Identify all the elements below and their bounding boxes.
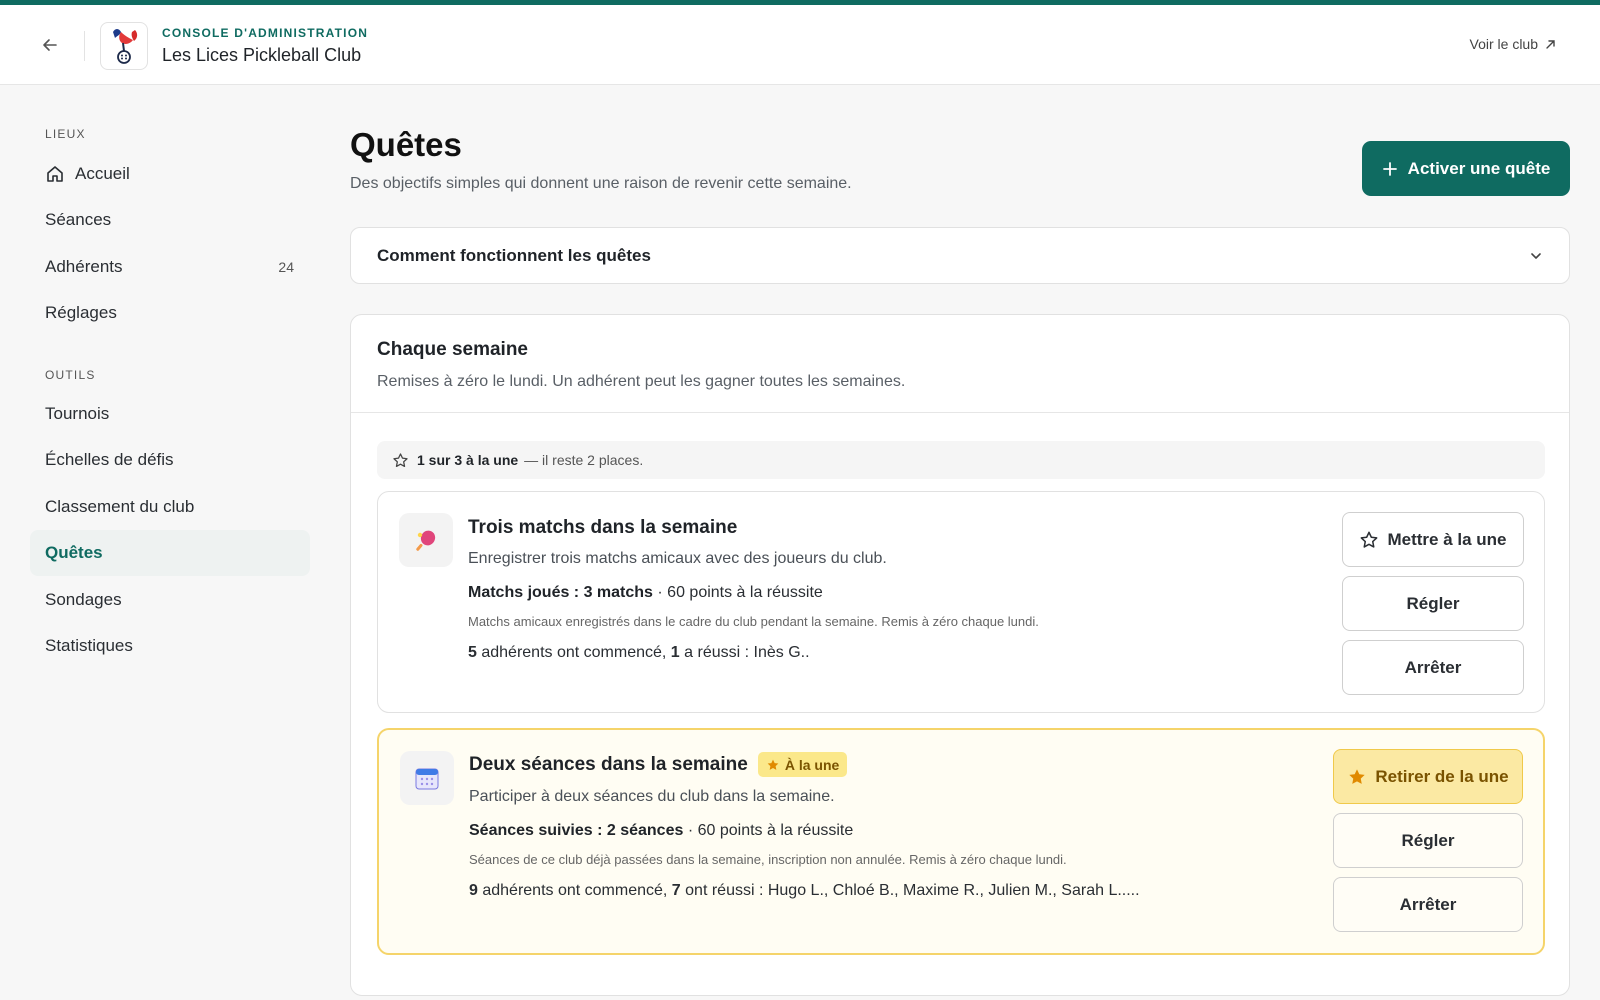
external-arrow-icon — [1546, 39, 1555, 49]
settings-button[interactable]: Régler — [1333, 813, 1523, 868]
plus-icon — [1382, 161, 1397, 176]
console-label: CONSOLE D'ADMINISTRATION — [162, 26, 369, 40]
quest-metric-label: Séances suivies : 2 séances — [469, 822, 684, 839]
featured-remaining: — il reste 2 places. — [524, 452, 644, 468]
activate-quest-label: Activer une quête — [1407, 158, 1551, 178]
settings-label: Régler — [1401, 830, 1455, 850]
sidebar-item-reglages[interactable]: Réglages — [30, 290, 310, 336]
arrow-left-icon — [43, 39, 57, 51]
sidebar-item-label: Sondages — [45, 590, 122, 609]
weekly-quests-card: Chaque semaine Remises à zéro le lundi. … — [350, 314, 1570, 996]
quest-description: Enregistrer trois matchs amicaux avec de… — [468, 550, 887, 567]
view-club-label: Voir le club — [1469, 36, 1538, 52]
quest-note: Séances de ce club déjà passées dans la … — [469, 852, 1067, 867]
feature-quest-button[interactable]: Mettre à la une — [1342, 512, 1524, 567]
quest-metric: Matchs joués : 3 matchs · 60 points à la… — [468, 584, 823, 602]
success-count: 1 — [670, 644, 680, 661]
quest-card: Trois matchs dans la semaine Enregistrer… — [377, 491, 1545, 713]
sidebar-item-label: Statistiques — [45, 636, 133, 655]
section-label-outils: OUTILS — [45, 368, 96, 382]
unfeature-quest-button[interactable]: Retirer de la une — [1333, 749, 1523, 804]
featured-count: 1 sur 3 à la une — [417, 452, 519, 468]
stop-label: Arrêter — [1404, 657, 1462, 677]
page-title: Quêtes — [350, 126, 462, 163]
sidebar-item-adherents[interactable]: Adhérents 24 — [30, 244, 310, 290]
started-text: adhérents ont commencé, — [476, 644, 671, 661]
sidebar: LIEUX Accueil Séances Adhérents 24 Régla… — [0, 86, 320, 1000]
featured-badge: À la une — [757, 752, 848, 777]
page-subtitle: Des objectifs simples qui donnent une ra… — [350, 175, 852, 192]
quest-title: Trois matchs dans la semaine — [468, 517, 737, 539]
sidebar-item-label: Réglages — [45, 303, 117, 322]
sidebar-item-seances[interactable]: Séances — [30, 197, 310, 243]
quest-metric-label: Matchs joués : 3 matchs — [468, 584, 653, 601]
stop-label: Arrêter — [1399, 894, 1457, 914]
star-filled-icon — [1349, 768, 1366, 784]
sidebar-item-label: Quêtes — [45, 543, 103, 562]
sidebar-item-quetes[interactable]: Quêtes — [30, 530, 310, 576]
unfeature-label: Retirer de la une — [1375, 766, 1509, 786]
paddle-ball-icon — [399, 513, 453, 567]
club-name: Les Lices Pickleball Club — [162, 45, 362, 65]
quest-title: Deux séances dans la semaine À la une — [469, 752, 848, 777]
accordion-label: Comment fonctionnent les quêtes — [377, 245, 651, 265]
success-text: ont réussi : Hugo L., Chloé B., Maxime R… — [680, 882, 1140, 899]
success-count: 7 — [671, 882, 681, 899]
weekly-title: Chaque semaine — [377, 339, 528, 360]
sidebar-item-label: Classement du club — [45, 497, 195, 516]
sidebar-item-statistiques[interactable]: Statistiques — [30, 623, 310, 669]
settings-label: Régler — [1406, 593, 1460, 613]
sidebar-item-sondages[interactable]: Sondages — [30, 577, 310, 623]
quest-progress: 9 adhérents ont commencé, 7 ont réussi :… — [469, 882, 1140, 900]
started-count: 9 — [469, 882, 478, 899]
calendar-icon — [400, 751, 454, 805]
settings-button[interactable]: Régler — [1342, 576, 1524, 631]
star-outline-icon — [392, 452, 409, 469]
weekly-subtitle: Remises à zéro le lundi. Un adhérent peu… — [377, 373, 906, 390]
home-icon — [45, 164, 65, 184]
quest-points: · 60 points à la réussite — [652, 584, 823, 601]
sidebar-item-label: Séances — [45, 210, 112, 229]
sidebar-item-classement[interactable]: Classement du club — [30, 484, 310, 530]
weekly-card-header: Chaque semaine Remises à zéro le lundi. … — [351, 315, 1569, 413]
sidebar-item-label: Tournois — [45, 404, 110, 423]
featured-slots-banner: 1 sur 3 à la une — il reste 2 places. — [377, 441, 1545, 479]
view-club-link[interactable]: Voir le club — [1470, 36, 1556, 52]
header-divider — [84, 31, 85, 61]
quest-title-text: Trois matchs dans la semaine — [468, 517, 738, 538]
sidebar-item-label: Échelles de défis — [45, 450, 174, 469]
sidebar-item-label: Accueil — [75, 164, 130, 183]
quest-description: Participer à deux séances du club dans l… — [469, 788, 835, 805]
chevron-down-icon — [1529, 249, 1543, 263]
star-outline-icon — [1361, 531, 1378, 548]
app-header: CONSOLE D'ADMINISTRATION Les Lices Pickl… — [0, 5, 1600, 85]
quest-points: · 60 points à la réussite — [683, 822, 854, 839]
quest-card-featured: Deux séances dans la semaine À la une Pa… — [377, 728, 1545, 955]
started-text: adhérents ont commencé, — [477, 882, 672, 899]
sidebar-item-label: Adhérents — [45, 257, 123, 276]
sidebar-item-echelles[interactable]: Échelles de défis — [30, 437, 310, 483]
started-count: 5 — [468, 644, 477, 661]
quest-progress: 5 adhérents ont commencé, 1 a réussi : I… — [468, 644, 810, 662]
featured-badge-label: À la une — [784, 756, 840, 773]
adherents-count-badge: 24 — [278, 259, 294, 275]
success-text: a réussi : Inès G.. — [679, 644, 810, 661]
back-button[interactable] — [36, 31, 64, 59]
section-label-lieux: LIEUX — [45, 127, 86, 141]
how-quests-work-accordion[interactable]: Comment fonctionnent les quêtes — [350, 227, 1570, 284]
activate-quest-button[interactable]: Activer une quête — [1362, 141, 1570, 196]
stop-button[interactable]: Arrêter — [1333, 877, 1523, 932]
feature-label: Mettre à la une — [1387, 529, 1507, 549]
stop-button[interactable]: Arrêter — [1342, 640, 1524, 695]
quest-metric: Séances suivies : 2 séances · 60 points … — [469, 822, 853, 840]
rooster-logo-icon — [113, 29, 138, 64]
star-filled-icon — [767, 759, 779, 770]
quest-title-text: Deux séances dans la semaine — [469, 753, 748, 775]
quest-note: Matchs amicaux enregistrés dans le cadre… — [468, 614, 1039, 629]
club-logo — [100, 22, 148, 70]
sidebar-item-accueil[interactable]: Accueil — [30, 151, 310, 197]
sidebar-item-tournois[interactable]: Tournois — [30, 391, 310, 437]
